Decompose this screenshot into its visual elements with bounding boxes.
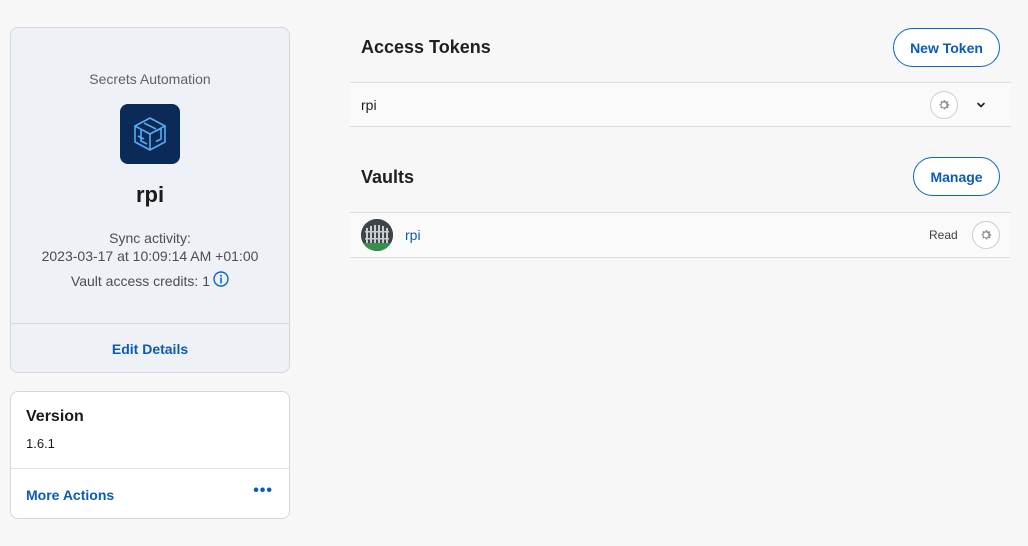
- secrets-automation-cube-icon: [120, 104, 180, 164]
- vaults-title: Vaults: [361, 167, 415, 187]
- info-icon[interactable]: [213, 271, 229, 287]
- vault-access-credits: Vault access credits: 1: [11, 271, 289, 289]
- sync-activity-label: Sync activity:: [109, 230, 191, 246]
- access-token-row[interactable]: rpi: [350, 83, 1011, 127]
- vault-avatar: [361, 219, 393, 251]
- sync-activity-value: 2023-03-17 at 10:09:14 AM +01:00: [41, 248, 259, 264]
- version-value: 1.6.1: [26, 436, 55, 451]
- gear-icon: [981, 230, 992, 240]
- vault-name-link[interactable]: rpi: [405, 227, 421, 243]
- token-settings-button[interactable]: [930, 91, 958, 119]
- vault-settings-button[interactable]: [972, 221, 1000, 249]
- credits-label: Vault access credits:: [70, 273, 199, 289]
- divider: [350, 126, 1011, 127]
- chevron-down-icon[interactable]: [974, 98, 988, 112]
- gear-icon: [939, 100, 950, 110]
- ellipsis-icon[interactable]: •••: [253, 482, 273, 500]
- version-divider: [11, 468, 289, 469]
- secrets-automation-page: Secrets Automation rpi Sync activity: 20…: [0, 0, 1028, 546]
- section-label: Secrets Automation: [89, 71, 211, 87]
- card-divider: [11, 323, 289, 324]
- new-token-button[interactable]: New Token: [893, 28, 1000, 67]
- more-actions-button[interactable]: More Actions: [26, 487, 114, 503]
- divider: [350, 257, 1011, 258]
- credits-value: 1: [202, 273, 211, 289]
- automation-details-card: Secrets Automation rpi Sync activity: 20…: [10, 27, 290, 373]
- automation-name: rpi: [135, 182, 165, 207]
- edit-details-button[interactable]: Edit Details: [11, 341, 289, 357]
- token-name: rpi: [361, 97, 377, 113]
- manage-vaults-button[interactable]: Manage: [913, 157, 1000, 196]
- vault-permission: Read: [929, 228, 958, 242]
- version-title: Version: [26, 408, 84, 425]
- access-tokens-title: Access Tokens: [361, 37, 491, 57]
- vault-row[interactable]: rpi Read: [350, 213, 1011, 257]
- version-card: Version 1.6.1 More Actions •••: [10, 391, 290, 519]
